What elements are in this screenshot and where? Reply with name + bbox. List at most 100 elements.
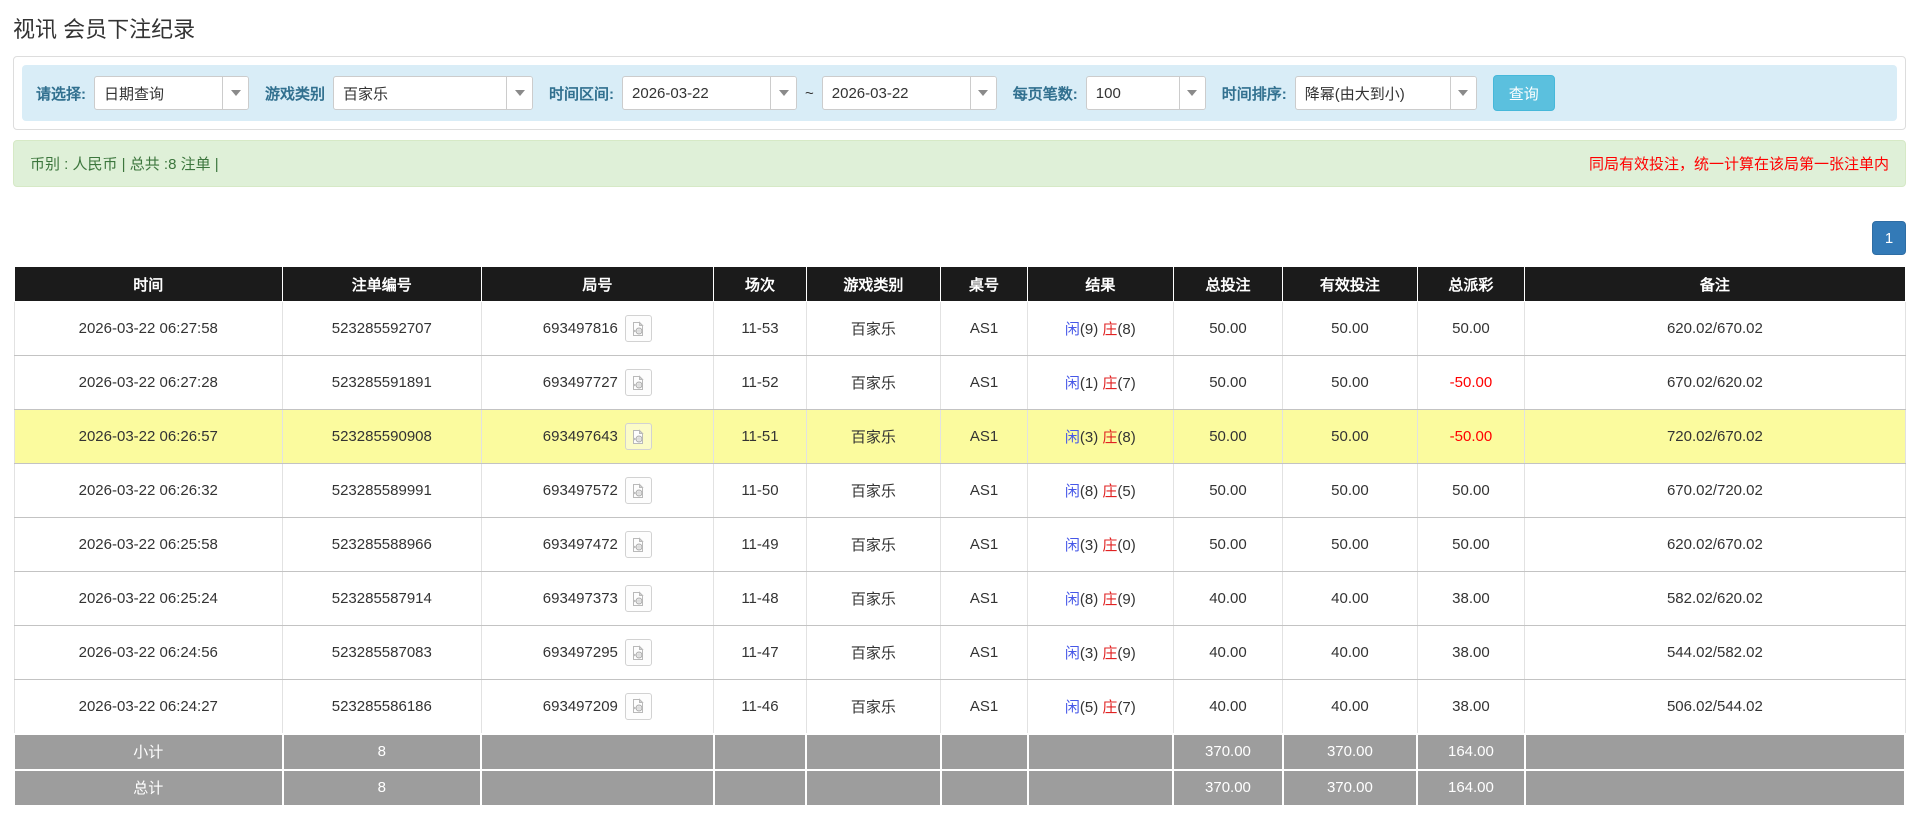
cell-result: 闲(8) 庄(5) [1028,464,1174,518]
video-replay-button[interactable] [625,639,652,666]
cell-time: 2026-03-22 06:27:28 [14,356,283,410]
cell-valid-bet: 40.00 [1283,572,1417,626]
cell-result: 闲(8) 庄(9) [1028,572,1174,626]
result-player-score: (3) [1080,645,1098,662]
cell-remark: 582.02/620.02 [1525,572,1905,626]
table-footer: 小计 8 370.00 370.00 164.00 总计 8 370.00 37… [14,734,1905,806]
video-replay-button[interactable] [625,531,652,558]
result-banker-label: 庄 [1102,537,1117,554]
result-banker-score: (0) [1117,537,1135,554]
cell-payout: 50.00 [1417,518,1525,572]
result-banker-score: (7) [1117,699,1135,716]
chevron-down-icon[interactable] [770,77,796,109]
cell-total-bet-link[interactable]: 40.00 [1173,572,1283,626]
cell-game-type: 百家乐 [806,356,940,410]
filter-bar: 请选择: 日期查询 游戏类别 百家乐 时间区间: 2026-03-22 ~ 20… [22,65,1897,121]
cell-game-type: 百家乐 [806,302,940,356]
cell-total-bet-link[interactable]: 40.00 [1173,626,1283,680]
cell-total-bet-link[interactable]: 40.00 [1173,680,1283,734]
result-banker-score: (9) [1117,645,1135,662]
date-to-combobox[interactable]: 2026-03-22 [822,76,997,110]
round-id-text: 693497295 [543,644,618,661]
cell-total-bet-link[interactable]: 50.00 [1173,464,1283,518]
video-file-icon [630,591,646,607]
cell-table-no: AS1 [941,626,1028,680]
round-id-text: 693497472 [543,536,618,553]
video-replay-button[interactable] [625,585,652,612]
chevron-down-icon[interactable] [222,77,248,109]
result-banker-score: (8) [1117,429,1135,446]
result-banker-score: (9) [1117,591,1135,608]
result-player-score: (8) [1080,483,1098,500]
video-replay-button[interactable] [625,477,652,504]
cell-game-type: 百家乐 [806,626,940,680]
cell-remark: 620.02/670.02 [1525,302,1905,356]
video-file-icon [630,429,646,445]
cell-round-id: 693497727 [481,356,714,410]
time-sort-combobox[interactable]: 降幂(由大到小) [1295,76,1477,110]
cell-result: 闲(3) 庄(8) [1028,410,1174,464]
cell-table-no: AS1 [941,518,1028,572]
result-player-label: 闲 [1065,429,1080,446]
cell-game-type: 百家乐 [806,572,940,626]
cell-remark: 670.02/720.02 [1525,464,1905,518]
page-title: 视讯 会员下注纪录 [13,12,1906,44]
game-type-combobox[interactable]: 百家乐 [333,76,533,110]
video-replay-button[interactable] [625,693,652,720]
cell-payout: 50.00 [1417,464,1525,518]
chevron-down-icon[interactable] [506,77,532,109]
time-sort-label: 时间排序: [1222,83,1287,104]
cell-table-no: AS1 [941,356,1028,410]
table-row: 2026-03-22 06:27:58 523285592707 6934978… [14,302,1905,356]
chevron-down-icon[interactable] [1179,77,1205,109]
cell-result: 闲(3) 庄(9) [1028,626,1174,680]
select-mode-label: 请选择: [36,83,86,104]
result-player-score: (5) [1080,699,1098,716]
table-row: 2026-03-22 06:24:27 523285586186 6934972… [14,680,1905,734]
cell-session: 11-53 [714,302,807,356]
cell-bet-id: 523285586186 [283,680,482,734]
round-id-text: 693497572 [543,482,618,499]
cell-total-bet-link[interactable]: 50.00 [1173,410,1283,464]
cell-session: 11-50 [714,464,807,518]
cell-bet-id: 523285591891 [283,356,482,410]
cell-total-bet-link[interactable]: 50.00 [1173,302,1283,356]
result-player-score: (9) [1080,321,1098,338]
cell-total-bet-link[interactable]: 50.00 [1173,518,1283,572]
table-row: 2026-03-22 06:25:58 523285588966 6934974… [14,518,1905,572]
search-button[interactable]: 查询 [1493,75,1555,111]
video-replay-button[interactable] [625,315,652,342]
select-mode-combobox[interactable]: 日期查询 [94,76,249,110]
cell-time: 2026-03-22 06:25:58 [14,518,283,572]
video-replay-button[interactable] [625,369,652,396]
date-to-value: 2026-03-22 [823,77,970,109]
cell-valid-bet: 50.00 [1283,518,1417,572]
result-banker-label: 庄 [1102,429,1117,446]
cell-result: 闲(5) 庄(7) [1028,680,1174,734]
page-size-combobox[interactable]: 100 [1086,76,1206,110]
cell-remark: 620.02/670.02 [1525,518,1905,572]
col-header-table-no: 桌号 [941,267,1028,302]
col-header-bet-id: 注单编号 [283,267,482,302]
video-replay-button[interactable] [625,423,652,450]
video-file-icon [630,321,646,337]
result-player-label: 闲 [1065,591,1080,608]
page-size-label: 每页笔数: [1013,83,1078,104]
page-1-button[interactable]: 1 [1872,221,1906,255]
summary-payout: 164.00 [1417,734,1525,770]
cell-session: 11-46 [714,680,807,734]
cell-time: 2026-03-22 06:27:58 [14,302,283,356]
game-type-label: 游戏类别 [265,83,325,104]
cell-payout: -50.00 [1417,356,1525,410]
date-from-combobox[interactable]: 2026-03-22 [622,76,797,110]
chevron-down-icon[interactable] [970,77,996,109]
chevron-down-icon[interactable] [1450,77,1476,109]
cell-remark: 544.02/582.02 [1525,626,1905,680]
summary-total-bet: 370.00 [1173,770,1283,806]
table-row: 2026-03-22 06:24:56 523285587083 6934972… [14,626,1905,680]
cell-bet-id: 523285589991 [283,464,482,518]
round-id-text: 693497209 [543,698,618,715]
cell-valid-bet: 50.00 [1283,464,1417,518]
cell-total-bet-link[interactable]: 50.00 [1173,356,1283,410]
cell-game-type: 百家乐 [806,410,940,464]
